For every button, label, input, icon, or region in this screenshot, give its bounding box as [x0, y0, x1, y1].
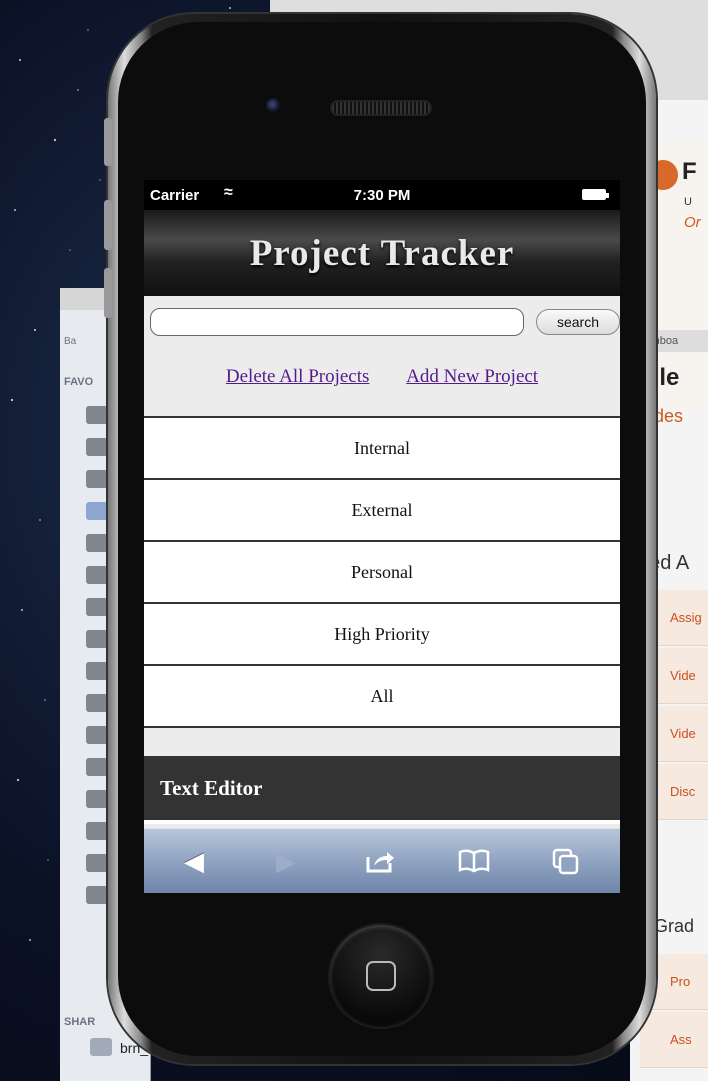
- mute-switch: [104, 118, 112, 166]
- home-square-icon: [366, 961, 396, 991]
- project-category-list: Internal External Personal High Priority…: [144, 416, 620, 728]
- finder-shared-header: SHAR: [64, 1016, 96, 1028]
- status-bar: Carrier ≈ 7:30 PM: [144, 180, 620, 210]
- bookmarks-icon[interactable]: [454, 843, 494, 879]
- text-editor-footer[interactable]: Text Editor: [144, 756, 620, 824]
- creative-cloud-icon: [86, 854, 108, 872]
- finder-back-label: Ba: [64, 336, 77, 347]
- earpiece-speaker: [330, 100, 432, 116]
- delete-all-projects-link[interactable]: Delete All Projects: [226, 366, 370, 387]
- documents-icon: [86, 662, 108, 680]
- safari-toolbar: ◀ ▶: [144, 828, 620, 893]
- list-item-high-priority[interactable]: High Priority: [144, 602, 620, 664]
- pictures-icon: [86, 790, 108, 808]
- downloads-icon: [86, 694, 108, 712]
- search-bar: search: [150, 308, 620, 338]
- list-item-external[interactable]: External: [144, 478, 620, 540]
- home-button[interactable]: [330, 925, 432, 1027]
- movies-icon: [86, 726, 108, 744]
- music-icon: [86, 758, 108, 776]
- iphone-screen: Carrier ≈ 7:30 PM Project Tracker search…: [144, 180, 620, 893]
- site-line2: Or: [684, 214, 701, 231]
- desktop-icon: [86, 598, 108, 616]
- folder-icon: [86, 438, 108, 456]
- dropbox-icon: [86, 502, 108, 520]
- applications-icon: [86, 566, 108, 584]
- add-new-project-link[interactable]: Add New Project: [406, 366, 538, 387]
- airdrop-icon: [86, 534, 108, 552]
- folder-icon: [86, 822, 108, 840]
- folder-icon: [86, 470, 108, 488]
- share-icon[interactable]: [360, 843, 400, 879]
- list-item-all[interactable]: All: [144, 664, 620, 728]
- page-title: Project Tracker: [249, 233, 515, 274]
- search-button[interactable]: search: [536, 309, 620, 335]
- search-input[interactable]: [150, 308, 524, 336]
- list-item-personal[interactable]: Personal: [144, 540, 620, 602]
- folder-icon: [86, 886, 108, 904]
- computer-icon: [90, 1038, 112, 1056]
- footer-label: Text Editor: [160, 776, 263, 800]
- volume-down-button: [104, 268, 112, 318]
- tabs-icon[interactable]: [546, 843, 586, 879]
- home-icon: [86, 406, 108, 424]
- finder-favorites-header: FAVO: [64, 376, 94, 388]
- folder-icon: [86, 630, 108, 648]
- project-actions: Delete All Projects Add New Project: [144, 366, 620, 388]
- list-item-internal[interactable]: Internal: [144, 416, 620, 478]
- battery-icon: [582, 189, 609, 200]
- volume-up-button: [104, 200, 112, 250]
- grades-heading-partial: Grad: [654, 916, 695, 936]
- app-header: Project Tracker: [144, 210, 620, 296]
- forward-arrow-icon: ▶: [276, 846, 296, 876]
- clock: 7:30 PM: [353, 187, 411, 204]
- site-letter: F: [682, 158, 697, 185]
- back-arrow-icon[interactable]: ◀: [174, 843, 214, 879]
- assignment-row: Ass: [640, 1012, 708, 1068]
- site-line1: U: [684, 196, 692, 208]
- front-camera: [266, 98, 282, 114]
